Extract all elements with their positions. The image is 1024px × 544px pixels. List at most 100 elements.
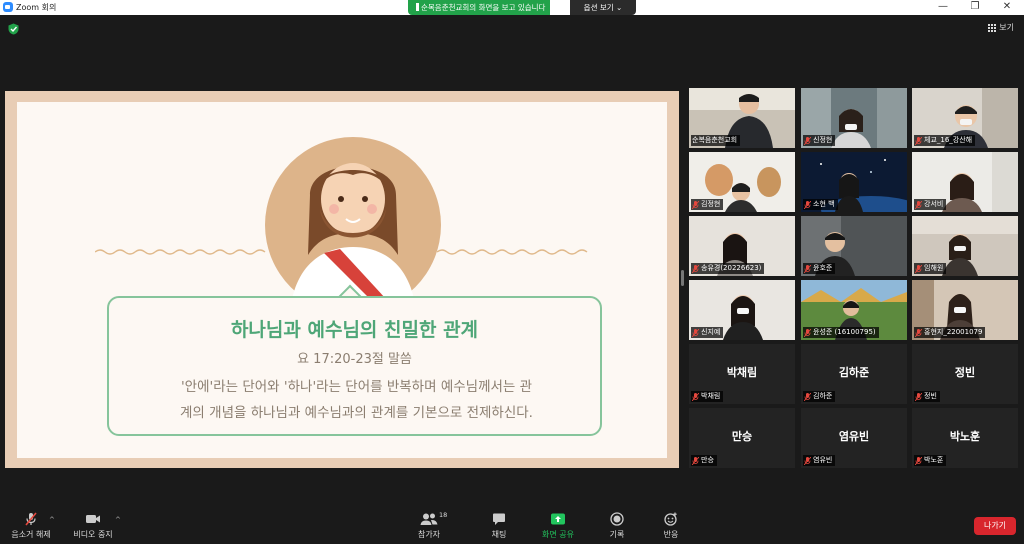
close-button[interactable]: ✕: [992, 0, 1022, 15]
participant-name-bar: 윤성준 (16100795): [803, 327, 879, 338]
muted-microphone-icon: [915, 328, 922, 337]
chat-bubble-icon: [493, 513, 505, 525]
muted-microphone-icon: [692, 200, 699, 209]
participants-button[interactable]: 참가자: [412, 504, 446, 544]
chat-button[interactable]: 채팅: [482, 504, 516, 544]
participants-icon: [420, 513, 438, 525]
leave-meeting-button[interactable]: 나가기: [974, 517, 1016, 535]
participant-tile[interactable]: 윤호준: [801, 216, 907, 276]
participant-tile[interactable]: 순복음춘천교회: [689, 88, 795, 148]
participant-name-bar: 소현 백: [803, 199, 838, 210]
participant-name-bar: 강서비: [914, 199, 947, 210]
participant-tile[interactable]: 송유경(20226623): [689, 216, 795, 276]
slide-body-line: '안에'라는 단어와 '하나'라는 단어를 반복하며 예수님께서는 관: [180, 379, 533, 395]
presentation-slide: 하나님과 예수님의 친밀한 관계 요 17:20-23절 말씀 '안에'라는 단…: [17, 102, 667, 458]
reactions-label: 반응: [663, 530, 679, 539]
participant-name-bar: 박노훈: [914, 455, 947, 466]
record-label: 기록: [609, 530, 625, 539]
participant-tile[interactable]: 신지예: [689, 280, 795, 340]
muted-microphone-icon: [915, 456, 922, 465]
participant-tile[interactable]: 소현 백: [801, 152, 907, 212]
participant-name-large: 염유빈: [838, 430, 870, 443]
participant-tile[interactable]: 홍현지_22001079: [912, 280, 1018, 340]
screen-share-banner: 순복음춘천교회의 화면을 보고 있습니다: [408, 0, 551, 15]
participant-name-bar: 김정현: [691, 199, 724, 210]
participant-name-bar: 정빈: [914, 391, 940, 402]
participant-name: 김정현: [701, 200, 721, 208]
muted-microphone-icon: [692, 456, 699, 465]
share-indicator-icon: [416, 3, 419, 11]
participant-name: 박채림: [701, 392, 721, 400]
participant-name: 강서비: [924, 200, 944, 208]
participant-tile[interactable]: 윤성준 (16100795): [801, 280, 907, 340]
panel-resize-handle[interactable]: [681, 270, 684, 286]
window-title: Zoom 회의: [16, 3, 57, 12]
participant-name: 소현 백: [813, 200, 835, 208]
security-shield-icon[interactable]: [8, 23, 19, 35]
meeting-toolbar: 음소거 해제 ^ 비디오 중지 ^ 참가자 18 채팅 화면 공유 기록 반응: [0, 504, 1024, 544]
participant-tile[interactable]: 박노훈 박노훈: [912, 408, 1018, 468]
muted-microphone-icon: [915, 264, 922, 273]
share-screen-button[interactable]: 화면 공유: [537, 504, 579, 544]
chat-label: 채팅: [491, 530, 507, 539]
participant-tile[interactable]: 박채림 박채림: [689, 344, 795, 404]
participant-name-large: 김하준: [838, 366, 870, 379]
maximize-button[interactable]: ❐: [960, 0, 990, 15]
microphone-muted-icon: [25, 512, 37, 526]
muted-microphone-icon: [915, 392, 922, 401]
minimize-button[interactable]: —: [928, 0, 958, 15]
participant-name-bar: 염유빈: [803, 455, 836, 466]
participant-name-large: 정빈: [954, 366, 976, 379]
participant-tile[interactable]: 체교_16_강산해: [912, 88, 1018, 148]
participant-name: 염유빈: [813, 456, 833, 464]
view-toggle-button[interactable]: 보기: [988, 22, 1014, 33]
participant-tile[interactable]: 임해원: [912, 216, 1018, 276]
participant-count: 18: [439, 511, 448, 519]
unmute-button[interactable]: 음소거 해제: [8, 504, 54, 544]
participant-tile[interactable]: 염유빈 염유빈: [801, 408, 907, 468]
participant-name: 체교_16_강산해: [924, 136, 973, 144]
muted-microphone-icon: [915, 136, 922, 145]
participant-name-bar: 체교_16_강산해: [914, 135, 976, 146]
record-button[interactable]: 기록: [602, 504, 632, 544]
audio-options-caret-icon[interactable]: ^: [49, 516, 55, 524]
participant-tile[interactable]: 만승 만승: [689, 408, 795, 468]
participant-tile[interactable]: 강서비: [912, 152, 1018, 212]
wave-divider-right: [437, 249, 588, 255]
video-options-caret-icon[interactable]: ^: [115, 516, 121, 524]
participant-tile[interactable]: 정빈 정빈: [912, 344, 1018, 404]
participant-name: 윤호준: [813, 264, 833, 272]
participant-tile[interactable]: 김하준 김하준: [801, 344, 907, 404]
participant-name: 박노훈: [924, 456, 944, 464]
slide-callout-box: 하나님과 예수님의 친밀한 관계 요 17:20-23절 말씀 '안에'라는 단…: [107, 296, 602, 436]
participant-name-large: 박채림: [726, 366, 758, 379]
participant-name: 정빈: [924, 392, 937, 400]
participant-name: 순복음춘천교회: [692, 136, 738, 144]
participant-name: 신지예: [701, 328, 721, 336]
reactions-button[interactable]: 반응: [656, 504, 686, 544]
muted-microphone-icon: [804, 328, 811, 337]
participant-tile[interactable]: 신정현: [801, 88, 907, 148]
zoom-window: Zoom 회의 — ❐ ✕ 순복음춘천교회의 화면을 보고 있습니다 옵션 보기…: [0, 0, 1024, 544]
zoom-logo-icon: [3, 2, 13, 12]
muted-microphone-icon: [692, 328, 699, 337]
grid-view-icon: [988, 23, 997, 32]
participant-name: 윤성준 (16100795): [813, 328, 876, 336]
stop-video-button[interactable]: 비디오 중지: [68, 504, 118, 544]
participant-name-bar: 홍현지_22001079: [914, 327, 986, 338]
reaction-smiley-icon: [664, 512, 677, 526]
wave-divider-left: [95, 249, 266, 255]
participant-tile[interactable]: 김정현: [689, 152, 795, 212]
jesus-illustration: [265, 137, 441, 299]
shared-screen: 하나님과 예수님의 친밀한 관계 요 17:20-23절 말씀 '안에'라는 단…: [5, 91, 679, 468]
participant-name-bar: 순복음춘천교회: [691, 135, 741, 146]
record-icon: [610, 512, 624, 526]
participant-name: 송유경(20226623): [701, 264, 762, 272]
view-options-button[interactable]: 옵션 보기 ⌄: [570, 0, 636, 15]
stop-video-label: 비디오 중지: [73, 530, 113, 539]
unmute-label: 음소거 해제: [11, 530, 51, 539]
participant-name-bar: 만승: [691, 455, 717, 466]
participant-name: 김하준: [813, 392, 833, 400]
slide-subtitle: 요 17:20-23절 말씀: [297, 352, 412, 367]
share-banner-text: 순복음춘천교회의 화면을 보고 있습니다: [421, 3, 546, 12]
